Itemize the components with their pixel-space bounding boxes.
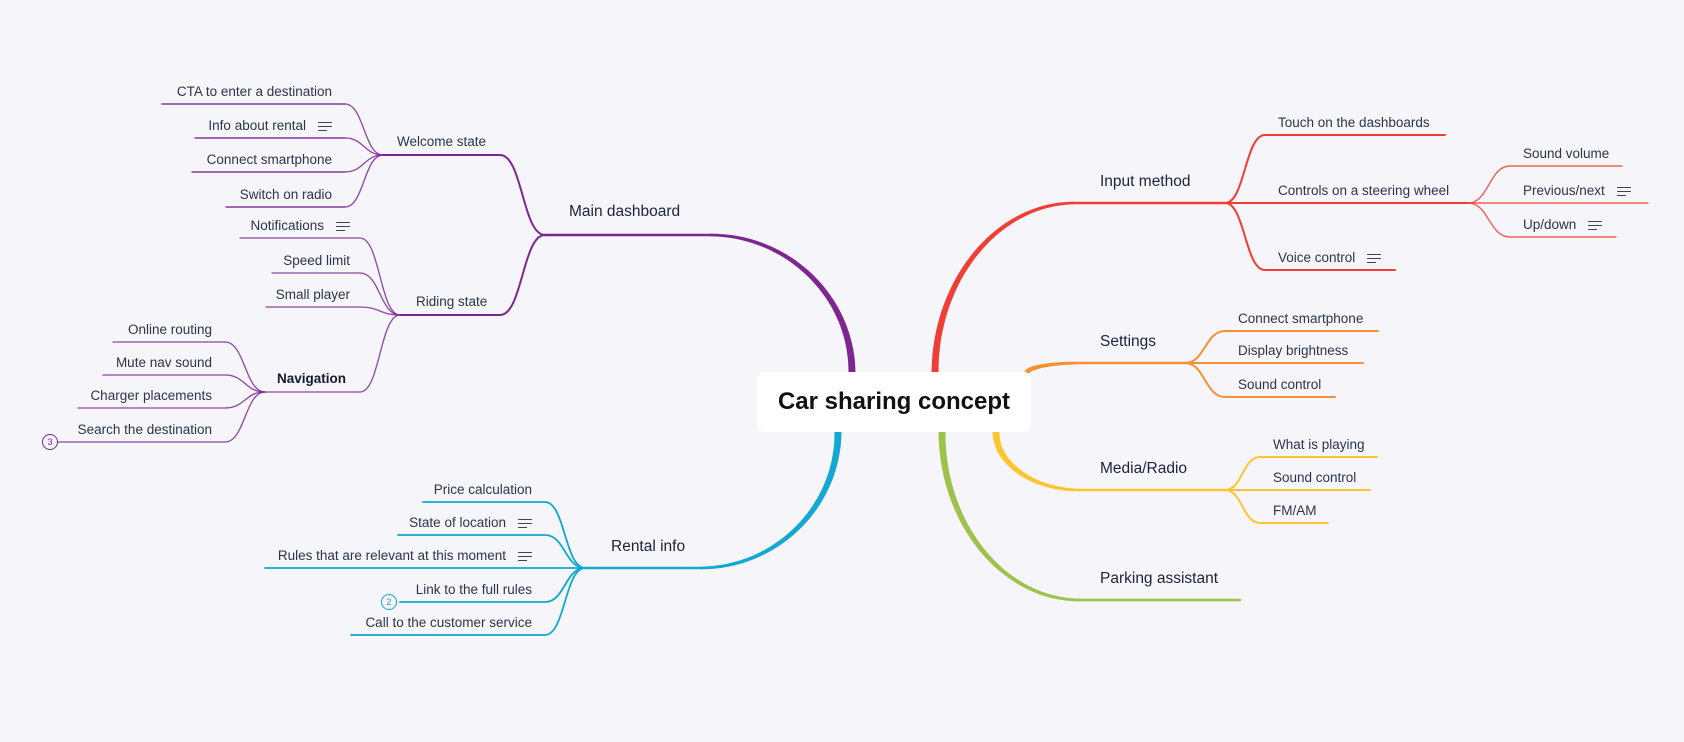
- connector-welcome-state: [382, 154, 546, 236]
- topic-welcome-state[interactable]: Welcome state: [397, 134, 486, 150]
- steering-item-label: Sound volume: [1523, 146, 1610, 161]
- navigation-item[interactable]: Online routing: [128, 322, 212, 338]
- topic-riding-state[interactable]: Riding state: [416, 294, 487, 310]
- navigation-item-label: Charger placements: [90, 388, 212, 403]
- input-item[interactable]: Controls on a steering wheel: [1278, 183, 1449, 199]
- settings-item[interactable]: Display brightness: [1238, 343, 1348, 359]
- note-icon[interactable]: [1616, 186, 1631, 197]
- topic-navigation-label: Navigation: [277, 371, 347, 386]
- note-icon[interactable]: [1588, 220, 1603, 231]
- connector-riding-item: [239, 237, 401, 316]
- input-item[interactable]: Voice control: [1278, 250, 1382, 266]
- rental-item-label: Call to the customer service: [365, 615, 532, 630]
- navigation-item[interactable]: Charger placements: [90, 388, 212, 404]
- rental-item-label: Rules that are relevant at this moment: [277, 548, 506, 563]
- note-icon[interactable]: [318, 121, 332, 132]
- riding-item[interactable]: Speed limit: [283, 253, 350, 269]
- welcome-item[interactable]: Switch on radio: [240, 187, 332, 203]
- media-item[interactable]: What is playing: [1273, 437, 1365, 453]
- welcome-item-label: Switch on radio: [239, 187, 332, 202]
- navigation-item-label: Online routing: [127, 322, 212, 337]
- settings-item[interactable]: Sound control: [1238, 377, 1321, 393]
- settings-item-label: Sound control: [1238, 377, 1322, 392]
- navigation-item-label: Search the destination: [77, 422, 212, 437]
- settings-item-label: Connect smartphone: [1238, 311, 1364, 326]
- note-icon[interactable]: [518, 551, 532, 562]
- root-topic-label: Car sharing concept: [777, 388, 1011, 415]
- steering-item[interactable]: Sound volume: [1523, 146, 1609, 162]
- welcome-item-label: Info about rental: [208, 118, 306, 133]
- branch-input-method: [931, 201, 1075, 373]
- welcome-item[interactable]: CTA to enter a destination: [177, 84, 332, 100]
- welcome-item[interactable]: Connect smartphone: [207, 152, 332, 168]
- topic-welcome-state-label: Welcome state: [397, 134, 487, 149]
- rental-item[interactable]: Price calculation: [434, 482, 532, 498]
- note-icon[interactable]: [518, 518, 532, 529]
- branch-parking-assistant: [938, 432, 1080, 602]
- rental-item[interactable]: Call to the customer service: [365, 615, 532, 631]
- riding-item-label: Small player: [275, 287, 350, 302]
- settings-item-label: Display brightness: [1238, 343, 1349, 358]
- input-item-label: Controls on a steering wheel: [1278, 183, 1450, 198]
- branch-rental-info: [700, 432, 842, 570]
- riding-item-label: Speed limit: [283, 253, 350, 268]
- rental-item[interactable]: Rules that are relevant at this moment: [278, 548, 532, 564]
- media-item-label: What is playing: [1273, 437, 1365, 452]
- navigation-item[interactable]: Mute nav sound: [116, 355, 212, 371]
- topic-media-radio-label: Media/Radio: [1100, 460, 1188, 477]
- riding-item-label: Notifications: [250, 218, 324, 233]
- riding-item[interactable]: Small player: [276, 287, 350, 303]
- welcome-item[interactable]: Info about rental: [208, 118, 332, 134]
- rental-item-label: State of location: [409, 515, 506, 530]
- navigation-item[interactable]: Search the destination: [78, 422, 212, 438]
- root-topic[interactable]: Car sharing concept: [757, 372, 1031, 432]
- connector-riding-item: [265, 306, 401, 316]
- input-item[interactable]: Touch on the dashboards: [1278, 115, 1430, 131]
- media-item[interactable]: FM/AM: [1273, 503, 1317, 519]
- input-item-label: Voice control: [1278, 250, 1356, 265]
- steering-item-label: Previous/next: [1523, 183, 1605, 198]
- media-item[interactable]: Sound control: [1273, 470, 1356, 486]
- numbered-badge-icon[interactable]: 2: [381, 594, 397, 610]
- topic-settings-label: Settings: [1100, 333, 1157, 350]
- topic-navigation[interactable]: Navigation: [277, 371, 346, 387]
- topic-input-method-label: Input method: [1100, 173, 1191, 190]
- branch-media-radio: [992, 432, 1080, 492]
- topic-settings[interactable]: Settings: [1100, 334, 1156, 350]
- settings-item[interactable]: Connect smartphone: [1238, 311, 1363, 327]
- topic-riding-state-label: Riding state: [416, 294, 488, 309]
- topic-rental-info[interactable]: Rental info: [611, 539, 685, 555]
- topic-parking-assistant[interactable]: Parking assistant: [1100, 571, 1218, 587]
- topic-media-radio[interactable]: Media/Radio: [1100, 461, 1187, 477]
- steering-item[interactable]: Up/down: [1523, 217, 1603, 233]
- topic-input-method[interactable]: Input method: [1100, 174, 1190, 190]
- welcome-item-label: CTA to enter a destination: [176, 84, 332, 99]
- navigation-item-label: Mute nav sound: [115, 355, 212, 370]
- note-icon[interactable]: [336, 221, 350, 232]
- steering-item[interactable]: Previous/next: [1523, 183, 1631, 199]
- topic-rental-info-label: Rental info: [611, 538, 686, 555]
- welcome-item-label: Connect smartphone: [206, 152, 332, 167]
- branch-main-dashboard: [710, 233, 856, 373]
- branch-settings: [1024, 361, 1080, 374]
- riding-item[interactable]: Notifications: [250, 218, 350, 234]
- rental-item-label: Link to the full rules: [415, 582, 532, 597]
- topic-parking-assistant-label: Parking assistant: [1100, 570, 1219, 587]
- mind-map-connectors: [57, 103, 1649, 636]
- note-icon[interactable]: [1367, 253, 1382, 264]
- media-item-label: Sound control: [1273, 470, 1357, 485]
- rental-item[interactable]: State of location: [409, 515, 532, 531]
- input-item-label: Touch on the dashboards: [1278, 115, 1430, 130]
- topic-main-dashboard[interactable]: Main dashboard: [569, 204, 680, 220]
- topic-main-dashboard-label: Main dashboard: [569, 203, 681, 220]
- numbered-badge-icon[interactable]: 3: [42, 434, 58, 450]
- steering-item-label: Up/down: [1523, 217, 1577, 232]
- rental-item[interactable]: Link to the full rules: [416, 582, 532, 598]
- media-item-label: FM/AM: [1273, 503, 1317, 518]
- rental-item-label: Price calculation: [433, 482, 532, 497]
